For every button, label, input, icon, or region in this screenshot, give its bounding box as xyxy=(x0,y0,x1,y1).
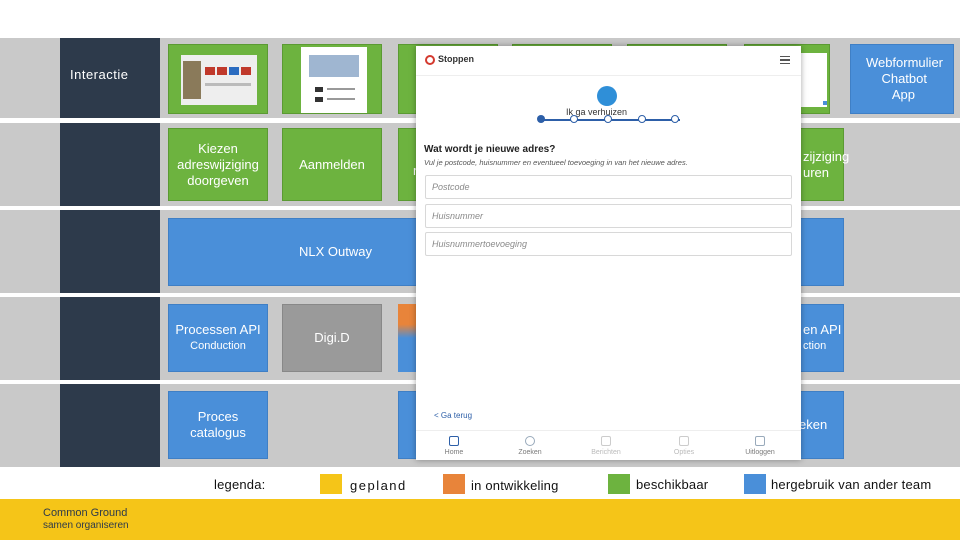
conduction-right-label: ction xyxy=(803,340,827,352)
home-icon xyxy=(449,436,459,446)
thumb-tile-1[interactable] xyxy=(168,44,268,114)
stoppen-logo-icon xyxy=(425,55,435,65)
nav-zoeken[interactable]: Zoeken xyxy=(500,436,560,456)
legend-ontwikkeling: in ontwikkeling xyxy=(471,478,559,493)
legend-gepland: gepland xyxy=(350,478,407,493)
nav-berichten-label: Berichten xyxy=(591,449,621,456)
step-dot-2 xyxy=(570,115,578,123)
row-label-integratie xyxy=(60,210,160,293)
legend-swatch-beschikbaar xyxy=(608,474,630,494)
thumb-tile-2[interactable] xyxy=(282,44,382,114)
tile-kiezen-adreswijziging[interactable]: Kiezen adreswijziging doorgeven xyxy=(168,128,268,201)
footer-line-2: samen organiseren xyxy=(43,520,129,531)
website-thumbnail-1 xyxy=(181,55,257,105)
chat-icon xyxy=(679,436,689,446)
legend-hergebruik: hergebruik van ander team xyxy=(771,477,932,492)
footer-line-1: Common Ground xyxy=(43,507,128,519)
row-label-services xyxy=(60,123,160,206)
digid-label: Digi.D xyxy=(314,330,350,345)
form-hint: Vul je postcode, huisnummer en eventueel… xyxy=(424,158,688,167)
hamburger-icon[interactable] xyxy=(780,56,790,64)
legend-beschikbaar: beschikbaar xyxy=(636,477,709,492)
nav-opties[interactable]: Opties xyxy=(654,436,714,456)
row-label-processen xyxy=(60,297,160,380)
tile-webformulier-chatbot-app[interactable]: Webformulier Chatbot App xyxy=(850,44,954,114)
nav-zoeken-label: Zoeken xyxy=(518,449,542,456)
bottom-nav: Home Zoeken Berichten Opties Uitloggen xyxy=(416,430,801,460)
tile-partial-blue-left[interactable] xyxy=(398,391,418,459)
tile-proces-catalogus[interactable]: Proces catalogus xyxy=(168,391,268,459)
aanmelden-label: Aanmelden xyxy=(299,156,365,172)
nlx-outway-label: NLX Outway xyxy=(299,244,372,259)
form-question: Wat wordt je nieuwe adres? xyxy=(424,144,556,155)
nav-home[interactable]: Home xyxy=(424,436,484,456)
adres-right-label: zijziging xyxy=(803,148,850,164)
kiezen-label: Kiezen adreswijziging doorgeven xyxy=(177,140,259,188)
app-mockup-window: Stoppen Ik ga verhuizen Wat wordt je nie… xyxy=(416,46,801,460)
adres-right-label-2: uren xyxy=(803,164,830,180)
processen-api-label: Processen API xyxy=(175,322,261,337)
tile-aanmelden[interactable]: Aanmelden xyxy=(282,128,382,201)
app-label: App xyxy=(891,87,915,102)
conduction-label: Conduction xyxy=(190,340,246,352)
tile-digid[interactable]: Digi.D xyxy=(282,304,382,372)
nav-opties-label: Opties xyxy=(673,449,695,456)
toevoeging-input[interactable]: Huisnummertoevoeging xyxy=(425,232,792,256)
logout-icon xyxy=(755,436,765,446)
legend-label: legenda: xyxy=(214,477,266,492)
row-label-interactie-text: Interactie xyxy=(70,67,129,82)
legend-swatch-hergebruik xyxy=(744,474,766,494)
back-link[interactable]: < Ga terug xyxy=(434,411,472,420)
step-dot-4 xyxy=(638,115,646,123)
postcode-input[interactable]: Postcode xyxy=(425,175,792,199)
tile-partial-orange-blue[interactable] xyxy=(398,304,418,372)
step-dot-3 xyxy=(604,115,612,123)
nav-berichten[interactable]: Berichten xyxy=(576,436,636,456)
proces-catalogus-label: Proces catalogus xyxy=(190,409,246,440)
eken-label: eken xyxy=(799,417,828,432)
bell-icon xyxy=(601,436,611,446)
search-icon xyxy=(525,436,535,446)
nav-uitloggen[interactable]: Uitloggen xyxy=(730,436,790,456)
step-dot-1 xyxy=(537,115,545,123)
step-avatar-icon xyxy=(597,86,617,106)
row-label-data xyxy=(60,384,160,467)
website-thumbnail-6 xyxy=(801,53,827,107)
footer-logo-text: Common Ground samen organiseren xyxy=(43,507,129,532)
footer-bar xyxy=(0,499,960,540)
tile-processen-api[interactable]: Processen API Conduction xyxy=(168,304,268,372)
step-dot-5 xyxy=(671,115,679,123)
huisnummer-input[interactable]: Huisnummer xyxy=(425,204,792,228)
app-header: Stoppen xyxy=(416,46,801,76)
chatbot-label: Chatbot xyxy=(881,71,927,86)
row-label-interactie: Interactie xyxy=(60,38,160,118)
website-thumbnail-2 xyxy=(301,47,367,113)
app-logo-text: Stoppen xyxy=(438,54,474,64)
legend-swatch-ontwikkeling xyxy=(443,474,465,494)
legend-swatch-gepland xyxy=(320,474,342,494)
webformulier-label: Webformulier xyxy=(865,55,943,70)
processen-right-label: en API xyxy=(803,322,842,337)
nav-home-label: Home xyxy=(444,449,464,456)
nav-uitloggen-label: Uitloggen xyxy=(745,449,775,456)
